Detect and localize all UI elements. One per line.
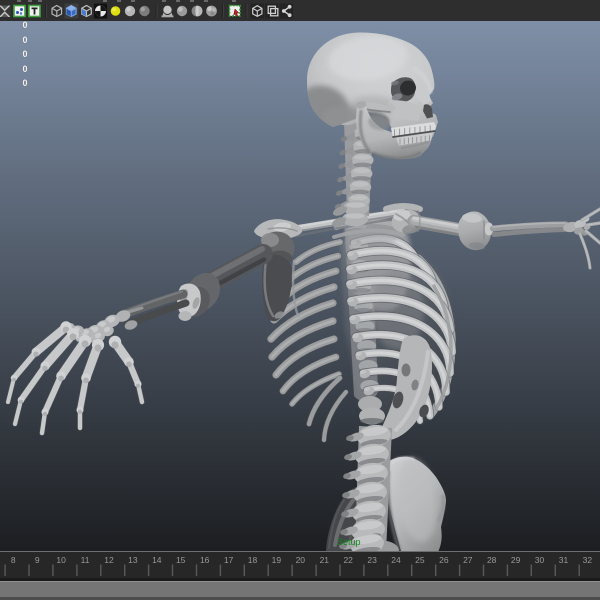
svg-text:13: 13	[128, 555, 138, 565]
svg-text:25: 25	[415, 555, 425, 565]
svg-text:8: 8	[11, 555, 16, 565]
svg-text:24: 24	[391, 555, 401, 565]
svg-text:12: 12	[104, 555, 114, 565]
svg-text:15: 15	[176, 555, 186, 565]
svg-text:31: 31	[559, 555, 569, 565]
svg-text:11: 11	[81, 555, 90, 565]
svg-text:22: 22	[343, 555, 353, 565]
svg-text:20: 20	[296, 555, 306, 565]
svg-text:32: 32	[583, 555, 593, 565]
svg-text:28: 28	[487, 555, 497, 565]
svg-text:27: 27	[463, 555, 473, 565]
svg-text:26: 26	[439, 555, 449, 565]
svg-text:9: 9	[35, 555, 40, 565]
svg-text:14: 14	[152, 555, 162, 565]
svg-text:19: 19	[272, 555, 282, 565]
svg-text:21: 21	[320, 555, 330, 565]
svg-text:18: 18	[248, 555, 258, 565]
svg-text:30: 30	[535, 555, 545, 565]
svg-text:29: 29	[511, 555, 521, 565]
svg-text:23: 23	[367, 555, 377, 565]
svg-text:16: 16	[200, 555, 210, 565]
svg-text:10: 10	[56, 555, 66, 565]
svg-text:17: 17	[224, 555, 234, 565]
